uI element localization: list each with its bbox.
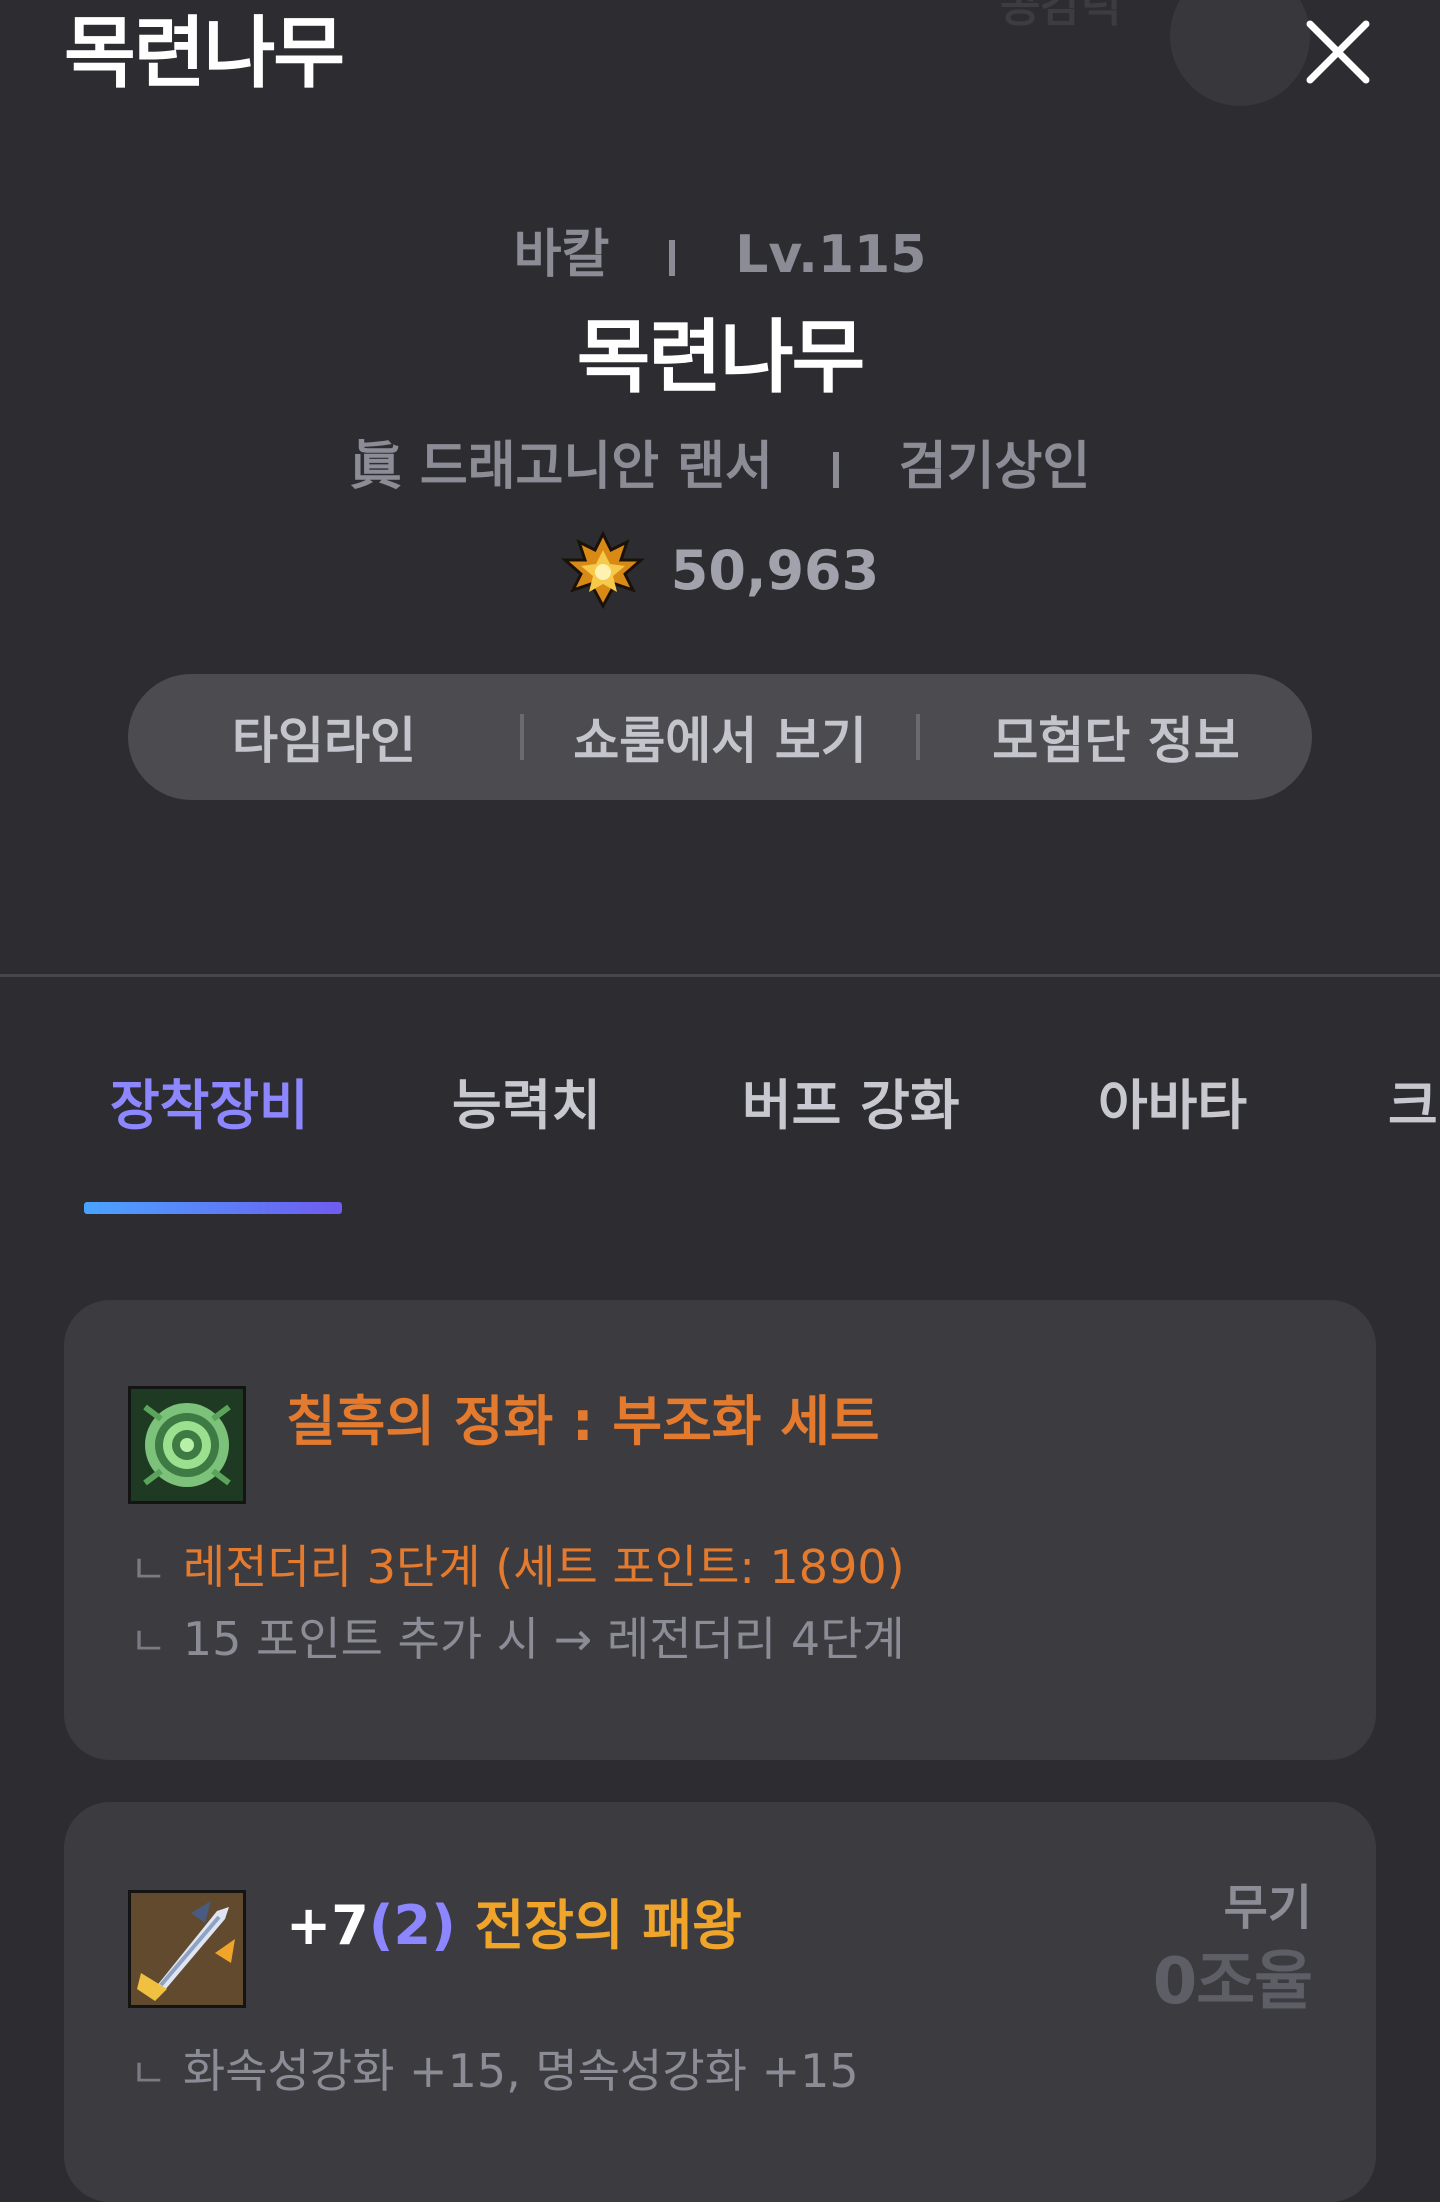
tab-equipment[interactable]: 장착장비 (110, 1068, 309, 1144)
timeline-button[interactable]: 타임라인 (128, 701, 520, 773)
enchant-line: ㄴ 화속성강화 +15, 명속성강화 +15 (130, 2040, 859, 2105)
weapon-title: +7(2) 전장의 패왕 (286, 1888, 742, 1964)
reinforce-level: +7 (286, 1894, 369, 1957)
set-card[interactable]: 칠흑의 정화 : 부조화 세트 ㄴ 레전더리 3단계 (세트 포인트: 1890)… (64, 1300, 1376, 1760)
separator (669, 240, 676, 276)
tab-stats[interactable]: 능력치 (452, 1068, 601, 1144)
fame-icon (560, 530, 645, 610)
separator (832, 452, 839, 488)
indent-mark: ㄴ (130, 2051, 167, 2097)
weapon-item-icon (128, 1890, 246, 2008)
section-divider (0, 974, 1440, 977)
rose-icon (131, 1389, 243, 1501)
character-class: 眞 드래고니안 랜서 (349, 437, 773, 497)
character-level: Lv.115 (735, 225, 927, 285)
close-button[interactable] (1300, 14, 1376, 90)
amplify-level: (2) (368, 1894, 456, 1957)
tab-buff-enhance[interactable]: 버프 강화 (742, 1068, 960, 1144)
showroom-button[interactable]: 쇼룸에서 보기 (524, 701, 916, 773)
spear-icon (131, 1893, 243, 2005)
header-ghost-text: 공감덕 (1000, 0, 1122, 32)
adventure-info-button[interactable]: 모험단 정보 (920, 701, 1312, 773)
character-title: 검기상인 (898, 437, 1091, 497)
header-ghost-circle (1170, 0, 1310, 106)
set-grade: 레전더리 3단계 (세트 포인트: 1890) (182, 1540, 905, 1594)
server-name: 바칼 (513, 225, 610, 285)
set-item-icon (128, 1386, 246, 1504)
character-name: 목련나무 (576, 311, 865, 404)
close-icon (1306, 20, 1370, 84)
action-bar: 타임라인 쇼룸에서 보기 모험단 정보 (128, 674, 1312, 800)
class-line: 眞 드래고니안 랜서 검기상인 (0, 432, 1440, 502)
weapon-name: 전장의 패왕 (474, 1894, 742, 1957)
set-name: 칠흑의 정화 : 부조화 세트 (286, 1390, 880, 1453)
tab-creature[interactable]: 크 (1388, 1068, 1438, 1144)
tune-label: 0조율 (1152, 1945, 1313, 2019)
fame-value: 50,963 (670, 538, 880, 602)
header-title: 목련나무 (64, 9, 345, 99)
slot-label: 무기 (1223, 1880, 1312, 1936)
weapon-card[interactable]: +7(2) 전장의 패왕 무기 0조율 ㄴ 화속성강화 +15, 명속성강화 +1… (64, 1802, 1376, 2202)
fame-row: 50,963 (0, 530, 1440, 610)
set-next-step: 15 포인트 추가 시 → 레전더리 4단계 (182, 1612, 905, 1666)
indent-mark: ㄴ (130, 1619, 167, 1665)
set-next-line: ㄴ 15 포인트 추가 시 → 레전더리 4단계 (130, 1608, 905, 1673)
enchant-text: 화속성강화 +15, 명속성강화 +15 (182, 2044, 859, 2098)
server-level-line: 바칼 Lv.115 (0, 220, 1440, 290)
tab-avatar[interactable]: 아바타 (1098, 1068, 1247, 1144)
indent-mark: ㄴ (130, 1547, 167, 1593)
active-tab-indicator (84, 1202, 342, 1214)
set-grade-line: ㄴ 레전더리 3단계 (세트 포인트: 1890) (130, 1536, 905, 1601)
